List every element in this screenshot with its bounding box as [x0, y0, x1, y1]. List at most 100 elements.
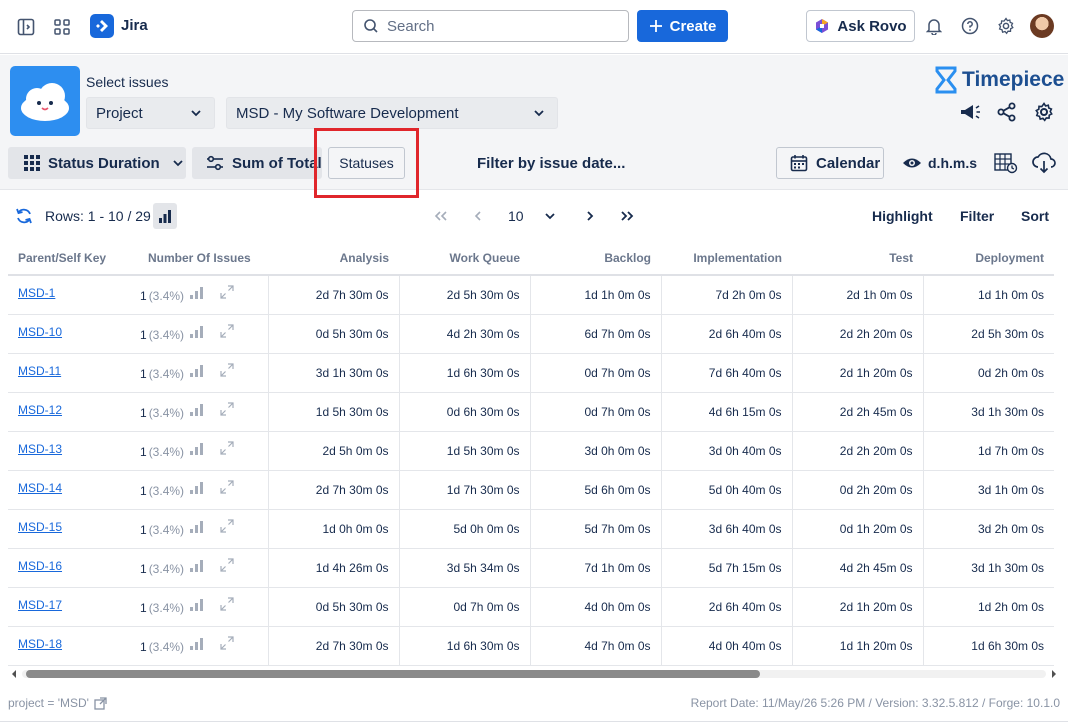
duration-cell-deployment[interactable]: 3d 1h 30m 0s: [922, 548, 1054, 588]
bar-chart-icon[interactable]: [190, 325, 204, 338]
duration-cell-deployment[interactable]: 2d 5h 30m 0s: [922, 314, 1054, 354]
column-header-count[interactable]: Number Of Issues: [138, 242, 268, 276]
duration-cell-work-queue[interactable]: 0d 7h 0m 0s: [398, 587, 530, 627]
duration-cell-test[interactable]: 2d 1h 20m 0s: [791, 353, 923, 393]
column-header-deployment[interactable]: Deployment: [923, 242, 1054, 276]
duration-cell-deployment[interactable]: 0d 2h 0m 0s: [922, 353, 1054, 393]
duration-cell-implementation[interactable]: 7d 2h 0m 0s: [660, 275, 792, 315]
bar-chart-icon[interactable]: [190, 403, 204, 416]
filter-by-issue-date-link[interactable]: Filter by issue date...: [477, 155, 625, 172]
duration-cell-deployment[interactable]: 1d 6h 30m 0s: [922, 626, 1054, 666]
filter-button[interactable]: Filter: [960, 208, 994, 224]
duration-cell-analysis[interactable]: 0d 5h 30m 0s: [267, 314, 399, 354]
duration-cell-deployment[interactable]: 3d 2h 0m 0s: [922, 509, 1054, 549]
chart-bars-icon[interactable]: [153, 203, 177, 229]
duration-cell-work-queue[interactable]: 2d 5h 30m 0s: [398, 275, 530, 315]
highlight-button[interactable]: Highlight: [872, 208, 933, 224]
page-size-select[interactable]: 10: [508, 208, 524, 224]
duration-cell-backlog[interactable]: 4d 0h 0m 0s: [529, 587, 661, 627]
scroll-right-arrow-icon[interactable]: [1050, 669, 1058, 679]
duration-cell-implementation[interactable]: 3d 6h 40m 0s: [660, 509, 792, 549]
duration-cell-analysis[interactable]: 1d 5h 30m 0s: [267, 392, 399, 432]
create-button[interactable]: Create: [637, 10, 728, 42]
duration-cell-test[interactable]: 4d 2h 45m 0s: [791, 548, 923, 588]
duration-cell-analysis[interactable]: 2d 5h 0m 0s: [267, 431, 399, 471]
duration-cell-deployment[interactable]: 1d 1h 0m 0s: [922, 275, 1054, 315]
duration-cell-deployment[interactable]: 1d 7h 0m 0s: [922, 431, 1054, 471]
duration-cell-analysis[interactable]: 1d 0h 0m 0s: [267, 509, 399, 549]
sort-button[interactable]: Sort: [1021, 208, 1049, 224]
column-header-test[interactable]: Test: [792, 242, 923, 276]
duration-cell-implementation[interactable]: 4d 0h 40m 0s: [660, 626, 792, 666]
duration-cell-test[interactable]: 2d 1h 0m 0s: [791, 275, 923, 315]
share-icon[interactable]: [996, 101, 1018, 123]
column-header-analysis[interactable]: Analysis: [268, 242, 399, 276]
column-header-key[interactable]: Parent/Self Key: [8, 242, 138, 276]
scroll-left-arrow-icon[interactable]: [10, 669, 18, 679]
column-header-work-queue[interactable]: Work Queue: [399, 242, 530, 276]
last-page-icon[interactable]: [618, 207, 636, 225]
report-type-select[interactable]: Status Duration: [8, 147, 186, 179]
chevron-down-icon[interactable]: [541, 207, 559, 225]
duration-cell-implementation[interactable]: 7d 6h 40m 0s: [660, 353, 792, 393]
time-format-toggle[interactable]: d.h.m.s: [902, 147, 980, 179]
announcement-megaphone-icon[interactable]: [958, 101, 982, 123]
duration-cell-backlog[interactable]: 5d 6h 0m 0s: [529, 470, 661, 510]
app-switcher-icon[interactable]: [52, 17, 72, 37]
duration-cell-work-queue[interactable]: 1d 7h 30m 0s: [398, 470, 530, 510]
duration-cell-implementation[interactable]: 3d 0h 40m 0s: [660, 431, 792, 471]
issue-key-link[interactable]: MSD-10: [18, 325, 62, 339]
calendar-button[interactable]: Calendar: [776, 147, 884, 179]
bar-chart-icon[interactable]: [190, 559, 204, 572]
duration-cell-work-queue[interactable]: 4d 2h 30m 0s: [398, 314, 530, 354]
ask-rovo-button[interactable]: Ask Rovo: [806, 10, 915, 42]
issue-key-link[interactable]: MSD-12: [18, 403, 62, 417]
duration-cell-analysis[interactable]: 2d 7h 30m 0s: [267, 275, 399, 315]
bar-chart-icon[interactable]: [190, 364, 204, 377]
duration-cell-analysis[interactable]: 2d 7h 30m 0s: [267, 470, 399, 510]
duration-cell-analysis[interactable]: 1d 4h 26m 0s: [267, 548, 399, 588]
expand-icon[interactable]: [220, 557, 234, 572]
user-avatar[interactable]: [1030, 14, 1054, 38]
issue-key-link[interactable]: MSD-1: [18, 286, 55, 300]
expand-icon[interactable]: [220, 362, 234, 377]
duration-cell-test[interactable]: 0d 2h 20m 0s: [791, 470, 923, 510]
expand-icon[interactable]: [220, 440, 234, 455]
duration-cell-test[interactable]: 2d 2h 45m 0s: [791, 392, 923, 432]
app-settings-gear-icon[interactable]: [1033, 101, 1055, 123]
duration-cell-deployment[interactable]: 3d 1h 0m 0s: [922, 470, 1054, 510]
duration-cell-backlog[interactable]: 7d 1h 0m 0s: [529, 548, 661, 588]
duration-cell-backlog[interactable]: 1d 1h 0m 0s: [529, 275, 661, 315]
external-link-icon[interactable]: [94, 696, 107, 710]
duration-cell-analysis[interactable]: 3d 1h 30m 0s: [267, 353, 399, 393]
search-input[interactable]: Search: [352, 10, 629, 42]
bar-chart-icon[interactable]: [190, 481, 204, 494]
expand-icon[interactable]: [220, 401, 234, 416]
bar-chart-icon[interactable]: [190, 286, 204, 299]
duration-cell-backlog[interactable]: 3d 0h 0m 0s: [529, 431, 661, 471]
duration-cell-backlog[interactable]: 0d 7h 0m 0s: [529, 392, 661, 432]
duration-cell-implementation[interactable]: 2d 6h 40m 0s: [660, 587, 792, 627]
scroll-thumb[interactable]: [26, 670, 760, 678]
app-name[interactable]: Jira: [121, 17, 148, 34]
previous-page-icon[interactable]: [469, 207, 487, 225]
bar-chart-icon[interactable]: [190, 442, 204, 455]
jira-logo-icon[interactable]: [90, 14, 114, 38]
horizontal-scrollbar[interactable]: [8, 667, 1060, 681]
duration-cell-implementation[interactable]: 2d 6h 40m 0s: [660, 314, 792, 354]
next-page-icon[interactable]: [581, 207, 599, 225]
project-type-select[interactable]: Project: [86, 97, 215, 129]
duration-cell-implementation[interactable]: 5d 0h 40m 0s: [660, 470, 792, 510]
column-header-backlog[interactable]: Backlog: [530, 242, 661, 276]
duration-cell-work-queue[interactable]: 1d 5h 30m 0s: [398, 431, 530, 471]
cloud-download-icon[interactable]: [1032, 151, 1056, 175]
duration-cell-work-queue[interactable]: 0d 6h 30m 0s: [398, 392, 530, 432]
bar-chart-icon[interactable]: [190, 637, 204, 650]
refresh-icon[interactable]: [14, 206, 34, 226]
issue-key-link[interactable]: MSD-15: [18, 520, 62, 534]
duration-cell-work-queue[interactable]: 3d 5h 34m 0s: [398, 548, 530, 588]
duration-cell-backlog[interactable]: 4d 7h 0m 0s: [529, 626, 661, 666]
issue-key-link[interactable]: MSD-14: [18, 481, 62, 495]
issue-key-link[interactable]: MSD-11: [18, 364, 61, 378]
first-page-icon[interactable]: [432, 207, 450, 225]
